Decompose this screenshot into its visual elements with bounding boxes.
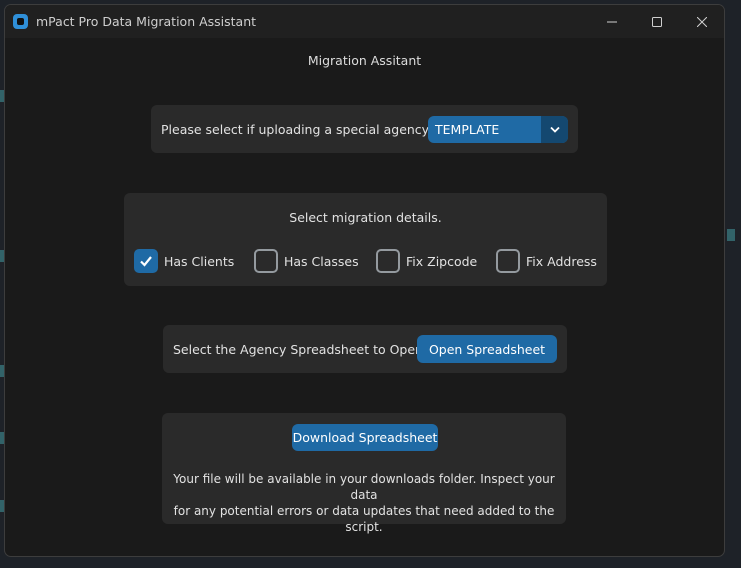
checkbox-box[interactable] xyxy=(134,249,158,273)
download-info-line: Your file will be available in your down… xyxy=(173,472,555,502)
background-text-fragment xyxy=(727,229,735,241)
agency-prompt: Please select if uploading a special age… xyxy=(161,122,432,137)
close-icon xyxy=(697,16,707,27)
fix-address-label: Fix Address xyxy=(526,254,597,269)
agency-dropdown[interactable]: TEMPLATE xyxy=(428,116,568,143)
open-prompt: Select the Agency Spreadsheet to Open xyxy=(173,342,423,357)
agency-dropdown-value: TEMPLATE xyxy=(435,122,500,137)
download-panel: Download Spreadsheet Your file will be a… xyxy=(162,413,566,534)
checkbox-box[interactable] xyxy=(254,249,278,273)
maximize-button[interactable] xyxy=(634,5,680,38)
has-classes-label: Has Classes xyxy=(284,254,359,269)
fix-zipcode-label: Fix Zipcode xyxy=(406,254,478,269)
window-title: mPact Pro Data Migration Assistant xyxy=(36,14,257,29)
download-info-text: Your file will be available in your down… xyxy=(162,471,566,535)
close-button[interactable] xyxy=(679,5,724,38)
download-info-line: for any potential errors or data updates… xyxy=(173,504,555,534)
agency-panel: Please select if uploading a special age… xyxy=(151,105,578,153)
open-spreadsheet-button[interactable]: Open Spreadsheet xyxy=(417,335,557,363)
details-panel: Select migration details. Has Clients Ha… xyxy=(124,193,607,286)
minimize-button[interactable] xyxy=(589,5,635,38)
checkbox-box[interactable] xyxy=(496,249,520,273)
has-clients-label: Has Clients xyxy=(164,254,235,269)
title-bar[interactable]: mPact Pro Data Migration Assistant xyxy=(5,5,724,38)
chevron-down-icon xyxy=(549,126,560,133)
dropdown-arrow-button[interactable] xyxy=(541,116,568,143)
app-icon xyxy=(13,14,28,29)
checkmark-icon xyxy=(140,256,152,267)
maximize-icon xyxy=(652,16,662,27)
download-spreadsheet-button[interactable]: Download Spreadsheet xyxy=(292,424,438,451)
minimize-icon xyxy=(607,21,617,22)
open-panel: Select the Agency Spreadsheet to Open Op… xyxy=(163,325,567,373)
page-heading: Migration Assitant xyxy=(307,53,422,68)
checkbox-box[interactable] xyxy=(376,249,400,273)
details-prompt: Select migration details. xyxy=(289,210,442,225)
app-window: mPact Pro Data Migration Assistant Migra… xyxy=(4,4,725,557)
